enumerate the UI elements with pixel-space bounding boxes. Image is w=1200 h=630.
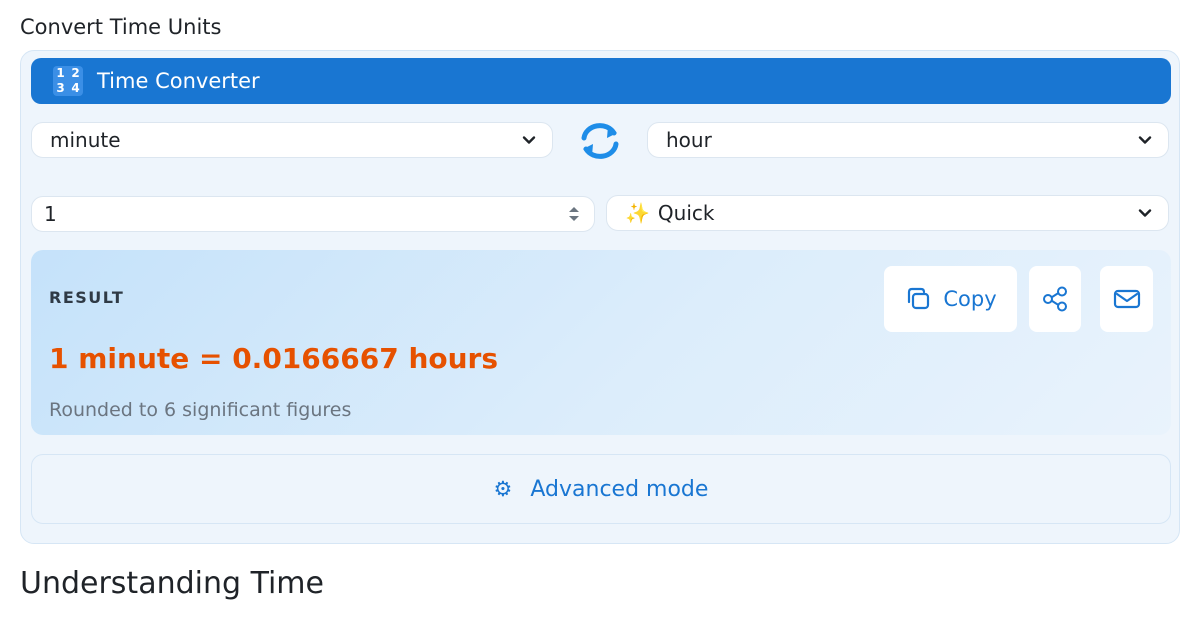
email-button[interactable]	[1100, 266, 1153, 332]
value-input-text: 1	[44, 202, 57, 226]
mode-value: Quick	[657, 201, 715, 225]
from-unit-select[interactable]: minute	[31, 122, 553, 158]
value-input[interactable]: 1	[31, 196, 595, 232]
email-icon	[1113, 289, 1140, 309]
share-button[interactable]	[1029, 266, 1081, 332]
converter-title: Time Converter	[97, 69, 260, 93]
to-unit-select[interactable]: hour	[647, 122, 1169, 158]
converter-title-bar: 1234 Time Converter	[31, 58, 1171, 104]
advanced-mode-button[interactable]: ⚙ Advanced mode	[31, 454, 1171, 524]
sparkles-icon: ✨	[625, 201, 650, 225]
swap-arrows-icon	[581, 123, 619, 159]
page: Convert Time Units 1234 Time Converter m…	[0, 0, 1200, 630]
result-panel: RESULT 1 minute = 0.0166667 hours Rounde…	[31, 250, 1171, 435]
chevron-down-icon	[1138, 209, 1152, 217]
understanding-heading: Understanding Time	[20, 566, 324, 601]
mode-select[interactable]: ✨ Quick	[606, 195, 1169, 231]
copy-button[interactable]: Copy	[884, 266, 1017, 332]
section-heading: Convert Time Units	[20, 15, 222, 39]
from-unit-value: minute	[50, 128, 121, 152]
result-note: Rounded to 6 significant figures	[49, 399, 352, 421]
converter-card: 1234 Time Converter minute hour 1 ✨ Quic…	[20, 50, 1180, 544]
input-numbers-icon: 1234	[53, 66, 83, 96]
copy-label: Copy	[943, 287, 997, 311]
chevron-down-icon	[1138, 136, 1152, 144]
swap-units-button[interactable]	[574, 119, 626, 163]
chevron-down-icon	[522, 136, 536, 144]
advanced-mode-label: Advanced mode	[530, 476, 709, 502]
result-label: RESULT	[49, 288, 125, 307]
number-stepper-icon[interactable]	[566, 204, 582, 224]
gear-icon: ⚙	[493, 477, 513, 501]
result-value: 1 minute = 0.0166667 hours	[49, 342, 499, 375]
copy-icon	[908, 287, 930, 310]
to-unit-value: hour	[666, 128, 712, 152]
share-icon	[1043, 286, 1067, 312]
